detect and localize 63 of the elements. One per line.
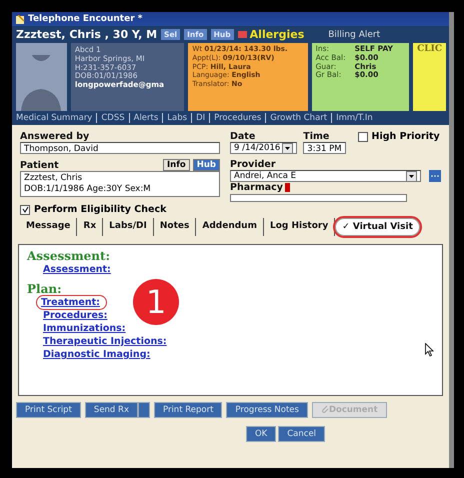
section-link[interactable]: Treatment: (37, 296, 106, 309)
field-label: Patient (20, 160, 59, 171)
dropdown-button[interactable] (282, 142, 294, 154)
cursor-icon (425, 343, 434, 357)
toolbar-button[interactable]: Print Script (16, 402, 81, 418)
checkbox[interactable] (358, 132, 368, 142)
toolbar-button[interactable]: Send Rx (84, 402, 138, 418)
section-link[interactable]: Diagnostic Imaging: (41, 348, 152, 361)
tab[interactable]: Notes (154, 218, 196, 236)
section-link[interactable]: Procedures: (41, 309, 110, 322)
paperclip-icon (320, 405, 329, 413)
window-title: Telephone Encounter * (28, 14, 142, 24)
patient-button[interactable]: Hub (192, 159, 220, 171)
nav-link[interactable]: Labs (162, 113, 192, 123)
avatar-silhouette-icon (19, 55, 64, 111)
callout-badge: 1 (133, 279, 179, 325)
section-link[interactable]: Therapeutic Injections: (41, 335, 169, 348)
field-label: Pharmacy (230, 182, 283, 193)
nav-link[interactable]: Medical Summary (16, 113, 96, 123)
card-label: CLIC (417, 45, 442, 54)
nav-link[interactable]: Alerts (128, 113, 162, 123)
field-label: Date (230, 131, 256, 142)
provider-field[interactable]: Andrei, Anca E (230, 170, 421, 182)
answered-by-field[interactable]: Thompson, David (20, 142, 220, 154)
time-field[interactable]: 3:31 PM (303, 142, 346, 154)
dialog-button[interactable]: Cancel (278, 426, 326, 442)
patient-name: Zzztest, Chris , 30 Y, M (16, 28, 158, 41)
tab[interactable]: ✓ Virtual Visit (335, 218, 420, 236)
section-heading: Assessment: (27, 249, 110, 263)
toolbar-button[interactable]: Progress Notes (226, 402, 308, 418)
section-link[interactable]: Assessment: (41, 263, 113, 276)
date-field[interactable]: 9 /14/2016 (230, 142, 298, 154)
toolbar-button[interactable]: Print Report (154, 402, 222, 418)
tab[interactable]: Rx (77, 218, 104, 236)
dropdown-button[interactable] (406, 170, 417, 182)
field-label: Answered by (20, 131, 90, 142)
required-marker-icon (284, 183, 290, 192)
caret-icon (409, 174, 414, 178)
checkbox[interactable] (20, 204, 30, 214)
nav-link[interactable]: DI (191, 113, 210, 123)
field-label: Time (303, 131, 330, 142)
flag-icon (238, 31, 247, 38)
pharmacy-field[interactable] (230, 194, 407, 202)
nav-link[interactable]: Imm/T.In (331, 113, 377, 123)
patient-info-box: Zzztest, Chris DOB:1/1/1986 Age:30Y Sex:M (20, 171, 220, 197)
nav-link[interactable]: Procedures (209, 113, 266, 123)
tab[interactable]: Addendum (196, 218, 264, 236)
tab[interactable]: Labs/DI (103, 218, 154, 236)
dialog-button[interactable]: OK (246, 426, 276, 442)
patient-button[interactable]: Info (162, 159, 190, 171)
section-link[interactable]: Immunizations: (41, 322, 128, 335)
tab[interactable]: Message (20, 218, 78, 236)
notepad-icon (16, 14, 25, 24)
checkbox-label: Perform Eligibility Check (34, 204, 166, 215)
browse-button[interactable] (429, 170, 441, 182)
nav-link[interactable]: CDSS (96, 113, 129, 123)
billing-alert[interactable]: Billing Alert (328, 30, 380, 40)
allergies-link[interactable]: Allergies (250, 28, 304, 41)
nav-link[interactable]: Growth Chart (265, 113, 332, 123)
field-label: Provider (230, 159, 277, 170)
section-heading: Plan: (27, 282, 62, 296)
caret-icon (285, 146, 290, 150)
checkbox-label: High Priority (372, 131, 440, 142)
